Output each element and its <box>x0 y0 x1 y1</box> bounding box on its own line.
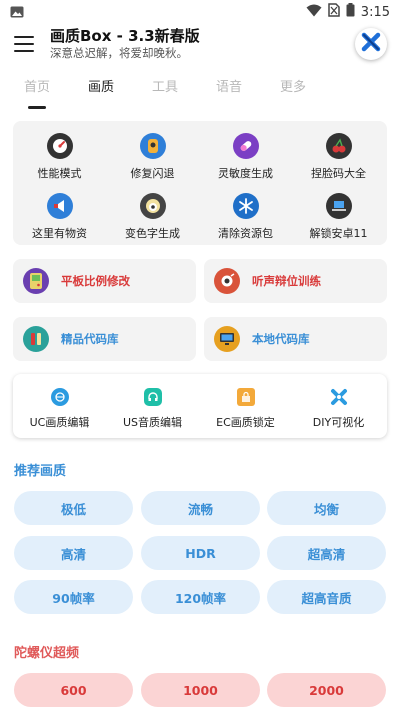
bug-fix-icon <box>139 133 166 159</box>
editors-card: UC画质编辑 US音质编辑 EC画质锁定 DIY可视化 <box>13 374 387 438</box>
x-logo-icon <box>361 32 381 56</box>
app-subtitle: 深意总迟解，将爱却晚秋。 <box>50 46 188 60</box>
editor-label: EC画质锁定 <box>216 416 275 429</box>
megaphone-icon <box>46 193 73 219</box>
quality-option-ultra-hd[interactable]: 超高清 <box>267 536 386 570</box>
tab-quality[interactable]: 画质 <box>76 76 126 95</box>
grid-item-label: 捏脸码大全 <box>311 167 366 180</box>
pill-icon <box>232 133 259 159</box>
tab-home[interactable]: 首页 <box>12 76 62 95</box>
tab-voice[interactable]: 语音 <box>204 76 254 95</box>
quality-option-ultra-audio[interactable]: 超高音质 <box>267 580 386 614</box>
gyro-option-1000[interactable]: 1000 <box>141 673 260 707</box>
diy-visual-button[interactable]: DIY可视化 <box>292 388 385 430</box>
editor-label: DIY可视化 <box>312 416 365 429</box>
editor-label: US音质编辑 <box>122 416 183 429</box>
premium-code-library-button[interactable]: 精品代码库 <box>13 317 196 361</box>
gyro-option-600[interactable]: 600 <box>14 673 133 707</box>
quality-option-smooth[interactable]: 流畅 <box>141 491 260 525</box>
app-header: 画质Box - 3.3新春版 深意总迟解，将爱却晚秋。 <box>0 24 400 68</box>
sound-training-button[interactable]: 听声辩位训练 <box>204 259 387 303</box>
feature-label: 听声辩位训练 <box>252 274 321 288</box>
tab-more[interactable]: 更多 <box>268 76 318 95</box>
tab-bar: 首页 画质 工具 语音 更多 <box>0 76 400 110</box>
editor-label: UC画质编辑 <box>29 416 90 429</box>
tab-indicator <box>28 106 46 109</box>
wifi-icon <box>306 4 322 21</box>
laptop-icon <box>325 193 352 219</box>
grid-item-label: 这里有物资 <box>32 227 87 240</box>
feature-label: 本地代码库 <box>252 332 310 346</box>
status-bar: 3:15 <box>0 0 400 24</box>
gameboy-icon <box>23 268 49 294</box>
tab-tools[interactable]: 工具 <box>140 76 190 95</box>
cherry-icon <box>325 133 352 159</box>
hamburger-menu-icon[interactable] <box>14 34 36 54</box>
grid-item-clear-resources[interactable]: 清除资源包 <box>199 193 292 241</box>
header-titles: 画质Box - 3.3新春版 深意总迟解，将爱却晚秋。 <box>50 27 200 61</box>
monitor-icon <box>214 326 240 352</box>
headphones-icon <box>143 388 162 406</box>
us-audio-editor-button[interactable]: US音质编辑 <box>106 388 199 430</box>
grid-item-label: 性能模式 <box>37 167 82 180</box>
feature-label: 精品代码库 <box>61 332 119 346</box>
puzzle-icon <box>330 388 348 406</box>
tools-grid-card: 性能模式 修复闪退 灵敏度生成 捏脸码大全 这里有物资 变色字生成 清除资源包 … <box>13 121 387 245</box>
recommended-quality-title: 推荐画质 <box>14 464 67 479</box>
tablet-ratio-button[interactable]: 平板比例修改 <box>13 259 196 303</box>
app-title: 画质Box - 3.3新春版 <box>50 27 200 45</box>
quality-option-balanced[interactable]: 均衡 <box>267 491 386 525</box>
grid-item-label: 修复闪退 <box>130 167 175 180</box>
grid-item-label: 变色字生成 <box>125 227 180 240</box>
gyro-option-2000[interactable]: 2000 <box>267 673 386 707</box>
ear-icon <box>214 268 240 294</box>
grid-item-face-codes[interactable]: 捏脸码大全 <box>292 133 385 181</box>
globe-icon <box>50 388 69 406</box>
grid-item-label: 清除资源包 <box>218 227 273 240</box>
grid-item-performance-mode[interactable]: 性能模式 <box>13 133 106 181</box>
no-sim-icon <box>328 3 340 21</box>
grid-item-fix-crash[interactable]: 修复闪退 <box>106 133 199 181</box>
face-icon <box>139 193 166 219</box>
quality-option-90fps[interactable]: 90帧率 <box>14 580 133 614</box>
grid-item-label: 灵敏度生成 <box>218 167 273 180</box>
snowflake-icon <box>232 193 259 219</box>
grid-item-supplies[interactable]: 这里有物资 <box>13 193 106 241</box>
close-button[interactable] <box>355 28 387 60</box>
quality-option-very-low[interactable]: 极低 <box>14 491 133 525</box>
quality-option-hdr[interactable]: HDR <box>141 536 260 570</box>
grid-item-color-text[interactable]: 变色字生成 <box>106 193 199 241</box>
code-library-icon <box>23 326 49 352</box>
gallery-notification-icon <box>10 3 24 22</box>
speedometer-icon <box>46 133 73 159</box>
uc-quality-editor-button[interactable]: UC画质编辑 <box>13 388 106 430</box>
grid-item-sensitivity[interactable]: 灵敏度生成 <box>199 133 292 181</box>
quality-option-hd[interactable]: 高清 <box>14 536 133 570</box>
lock-icon <box>236 388 255 406</box>
battery-icon <box>346 3 355 21</box>
ec-quality-lock-button[interactable]: EC画质锁定 <box>199 388 292 430</box>
local-code-library-button[interactable]: 本地代码库 <box>204 317 387 361</box>
grid-item-unlock-android11[interactable]: 解锁安卓11 <box>292 193 385 241</box>
status-time: 3:15 <box>360 4 390 20</box>
grid-item-label: 解锁安卓11 <box>309 227 368 240</box>
quality-option-120fps[interactable]: 120帧率 <box>141 580 260 614</box>
gyro-overclock-title: 陀螺仪超频 <box>14 646 80 661</box>
feature-label: 平板比例修改 <box>61 274 130 288</box>
